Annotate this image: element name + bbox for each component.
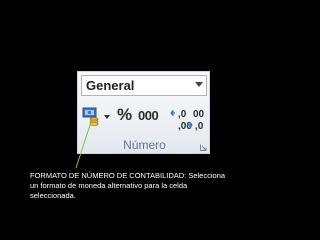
- caption-text: FORMATO DE NÚMERO DE CONTABILIDAD: Selec…: [30, 171, 226, 200]
- callout-line: [75, 120, 93, 169]
